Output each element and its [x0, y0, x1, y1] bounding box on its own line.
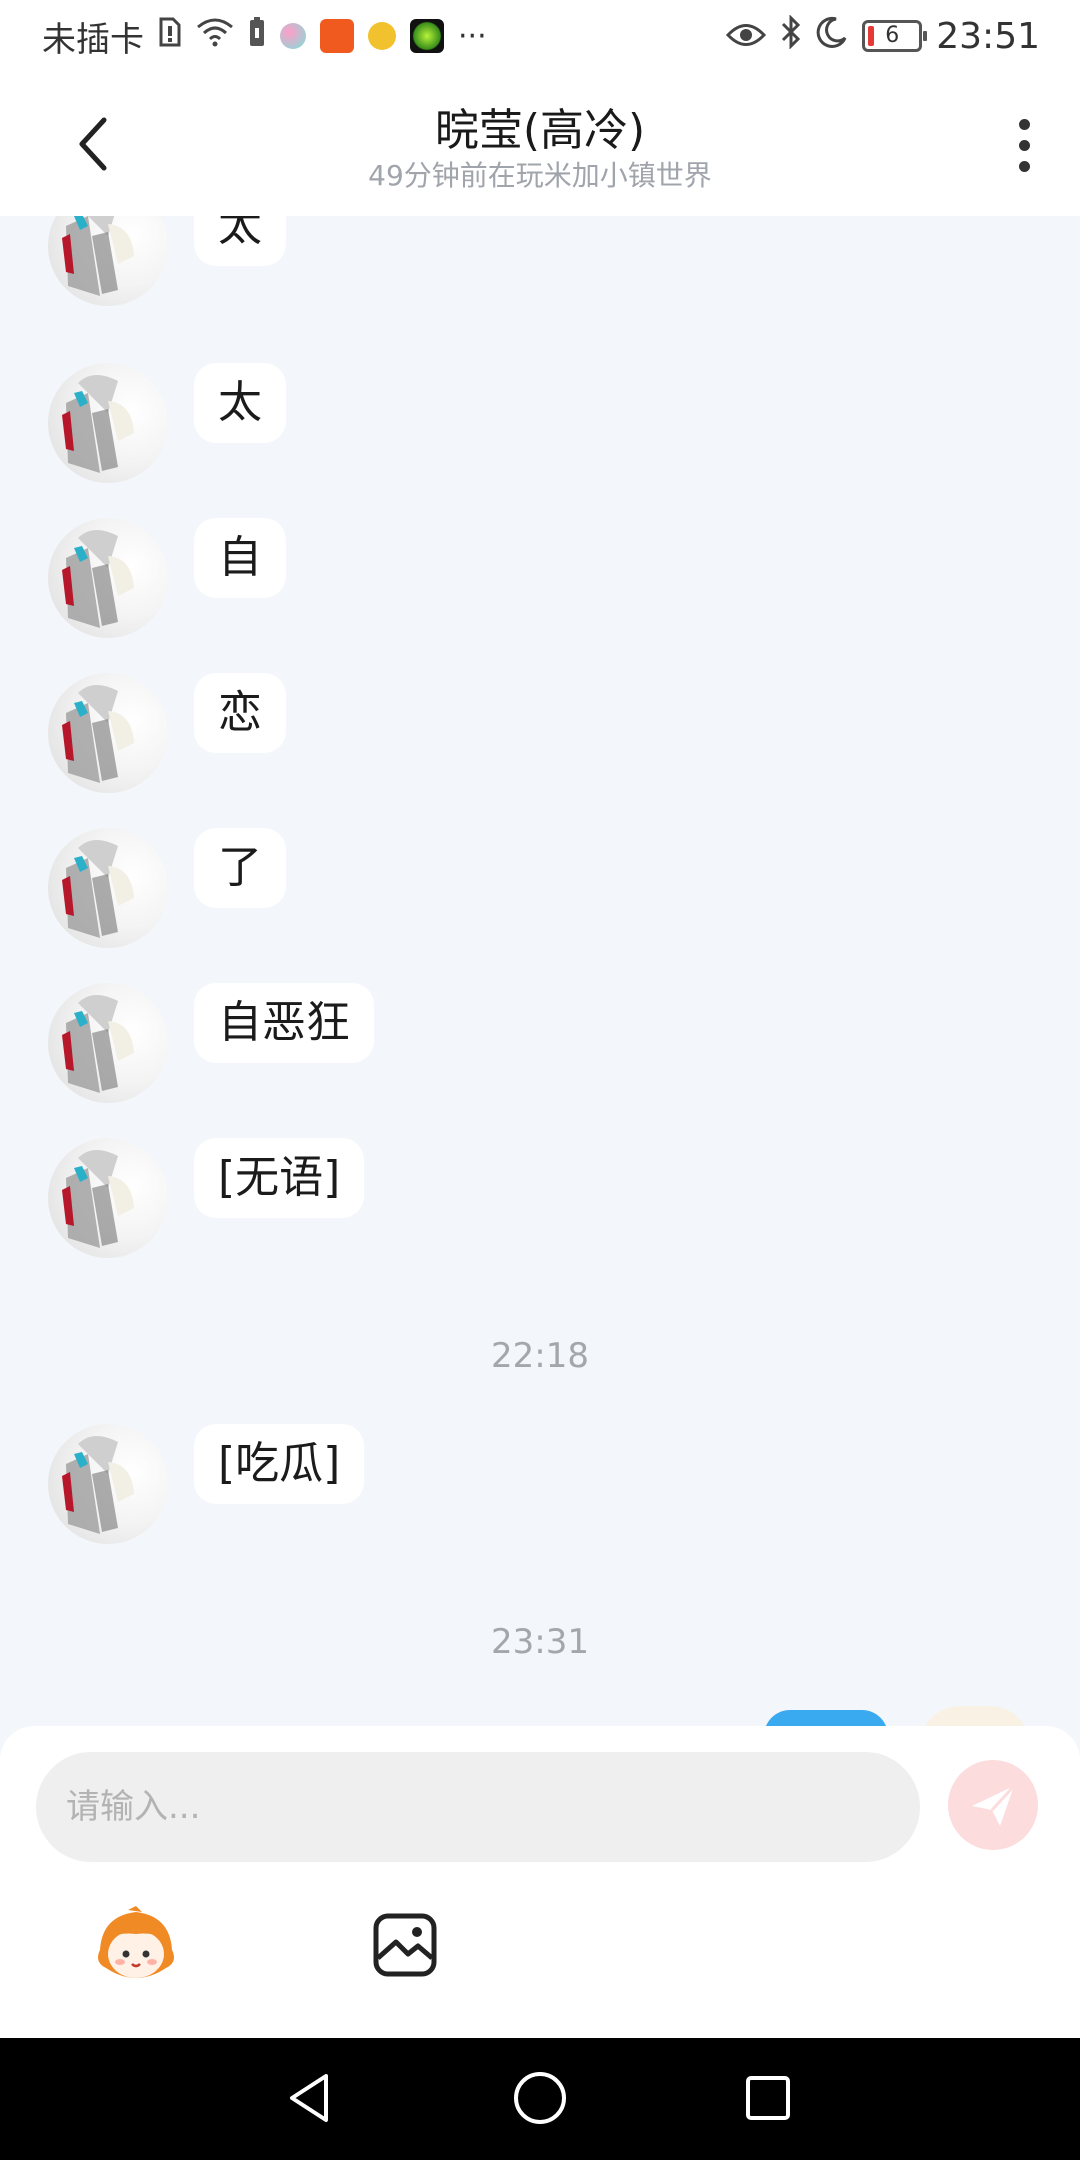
wifi-icon [196, 16, 234, 56]
avatar[interactable] [48, 216, 168, 306]
overflow-indicator: ··· [458, 18, 487, 54]
contact-status: 49分钟前在玩米加小镇世界 [368, 159, 712, 192]
status-bar: 未插卡 ··· 6 23:51 [0, 0, 1080, 72]
status-left: 未插卡 ··· [42, 14, 487, 60]
app-icon-green [410, 19, 444, 53]
more-button[interactable] [1014, 112, 1034, 176]
time-separator: 22:18 [491, 1336, 589, 1376]
avatar[interactable] [48, 1138, 168, 1258]
message-bubble[interactable]: [吃瓜] [194, 1424, 365, 1504]
send-icon [972, 1784, 1016, 1826]
avatar[interactable] [48, 518, 168, 638]
moon-icon [816, 16, 848, 57]
emoji-mascot-icon [98, 1906, 174, 1978]
message-bubble[interactable]: 太 [194, 216, 286, 266]
send-button[interactable] [948, 1760, 1038, 1850]
back-triangle-icon [290, 2074, 328, 2122]
home-circle-icon [514, 2072, 566, 2124]
image-icon [373, 1913, 437, 1977]
status-time: 23:51 [936, 15, 1040, 57]
chat-list[interactable]: 太 太 自 恋 了 自恶狂 [无语] 22:18 [吃瓜] 23:31 [0, 216, 1080, 1726]
message-bubble[interactable]: [无语] [194, 1138, 365, 1218]
recents-square-icon [746, 2076, 790, 2120]
input-panel: 请输入... [0, 1726, 1080, 2038]
system-nav-bar [0, 2038, 1080, 2160]
more-vertical-icon [1018, 119, 1030, 130]
avatar[interactable] [48, 983, 168, 1103]
message-bubble[interactable]: 了 [194, 828, 286, 908]
sim-icon [158, 16, 182, 56]
nav-home-button[interactable] [510, 2068, 570, 2128]
app-icon-pink [280, 23, 306, 49]
battery-level: 6 [885, 23, 900, 48]
app-icon-yellow [368, 22, 396, 50]
image-button[interactable] [372, 1912, 438, 1978]
app-icon-orange [320, 19, 354, 53]
avatar[interactable] [48, 363, 168, 483]
carrier-text: 未插卡 [42, 19, 144, 60]
message-input[interactable]: 请输入... [36, 1752, 920, 1862]
message-bubble[interactable]: 自 [194, 518, 286, 598]
message-bubble[interactable]: 太 [194, 363, 286, 443]
contact-name: 晥莹(高冷) [434, 105, 646, 156]
time-separator: 23:31 [491, 1622, 589, 1662]
nav-recents-button[interactable] [738, 2068, 798, 2128]
emoji-button[interactable] [92, 1906, 180, 1986]
bluetooth-icon [780, 13, 802, 58]
avatar[interactable] [48, 828, 168, 948]
message-bubble[interactable]: 自恶狂 [194, 983, 374, 1063]
avatar[interactable] [48, 1424, 168, 1544]
battery-small-icon [248, 16, 266, 57]
nav-back-button[interactable] [280, 2068, 340, 2128]
chat-header: 晥莹(高冷) 49分钟前在玩米加小镇世界 [0, 72, 1080, 216]
eye-icon [726, 16, 767, 57]
status-right: 6 23:51 [726, 13, 1040, 58]
message-bubble[interactable]: 恋 [194, 673, 286, 753]
avatar[interactable] [48, 673, 168, 793]
battery-icon: 6 [862, 20, 928, 52]
